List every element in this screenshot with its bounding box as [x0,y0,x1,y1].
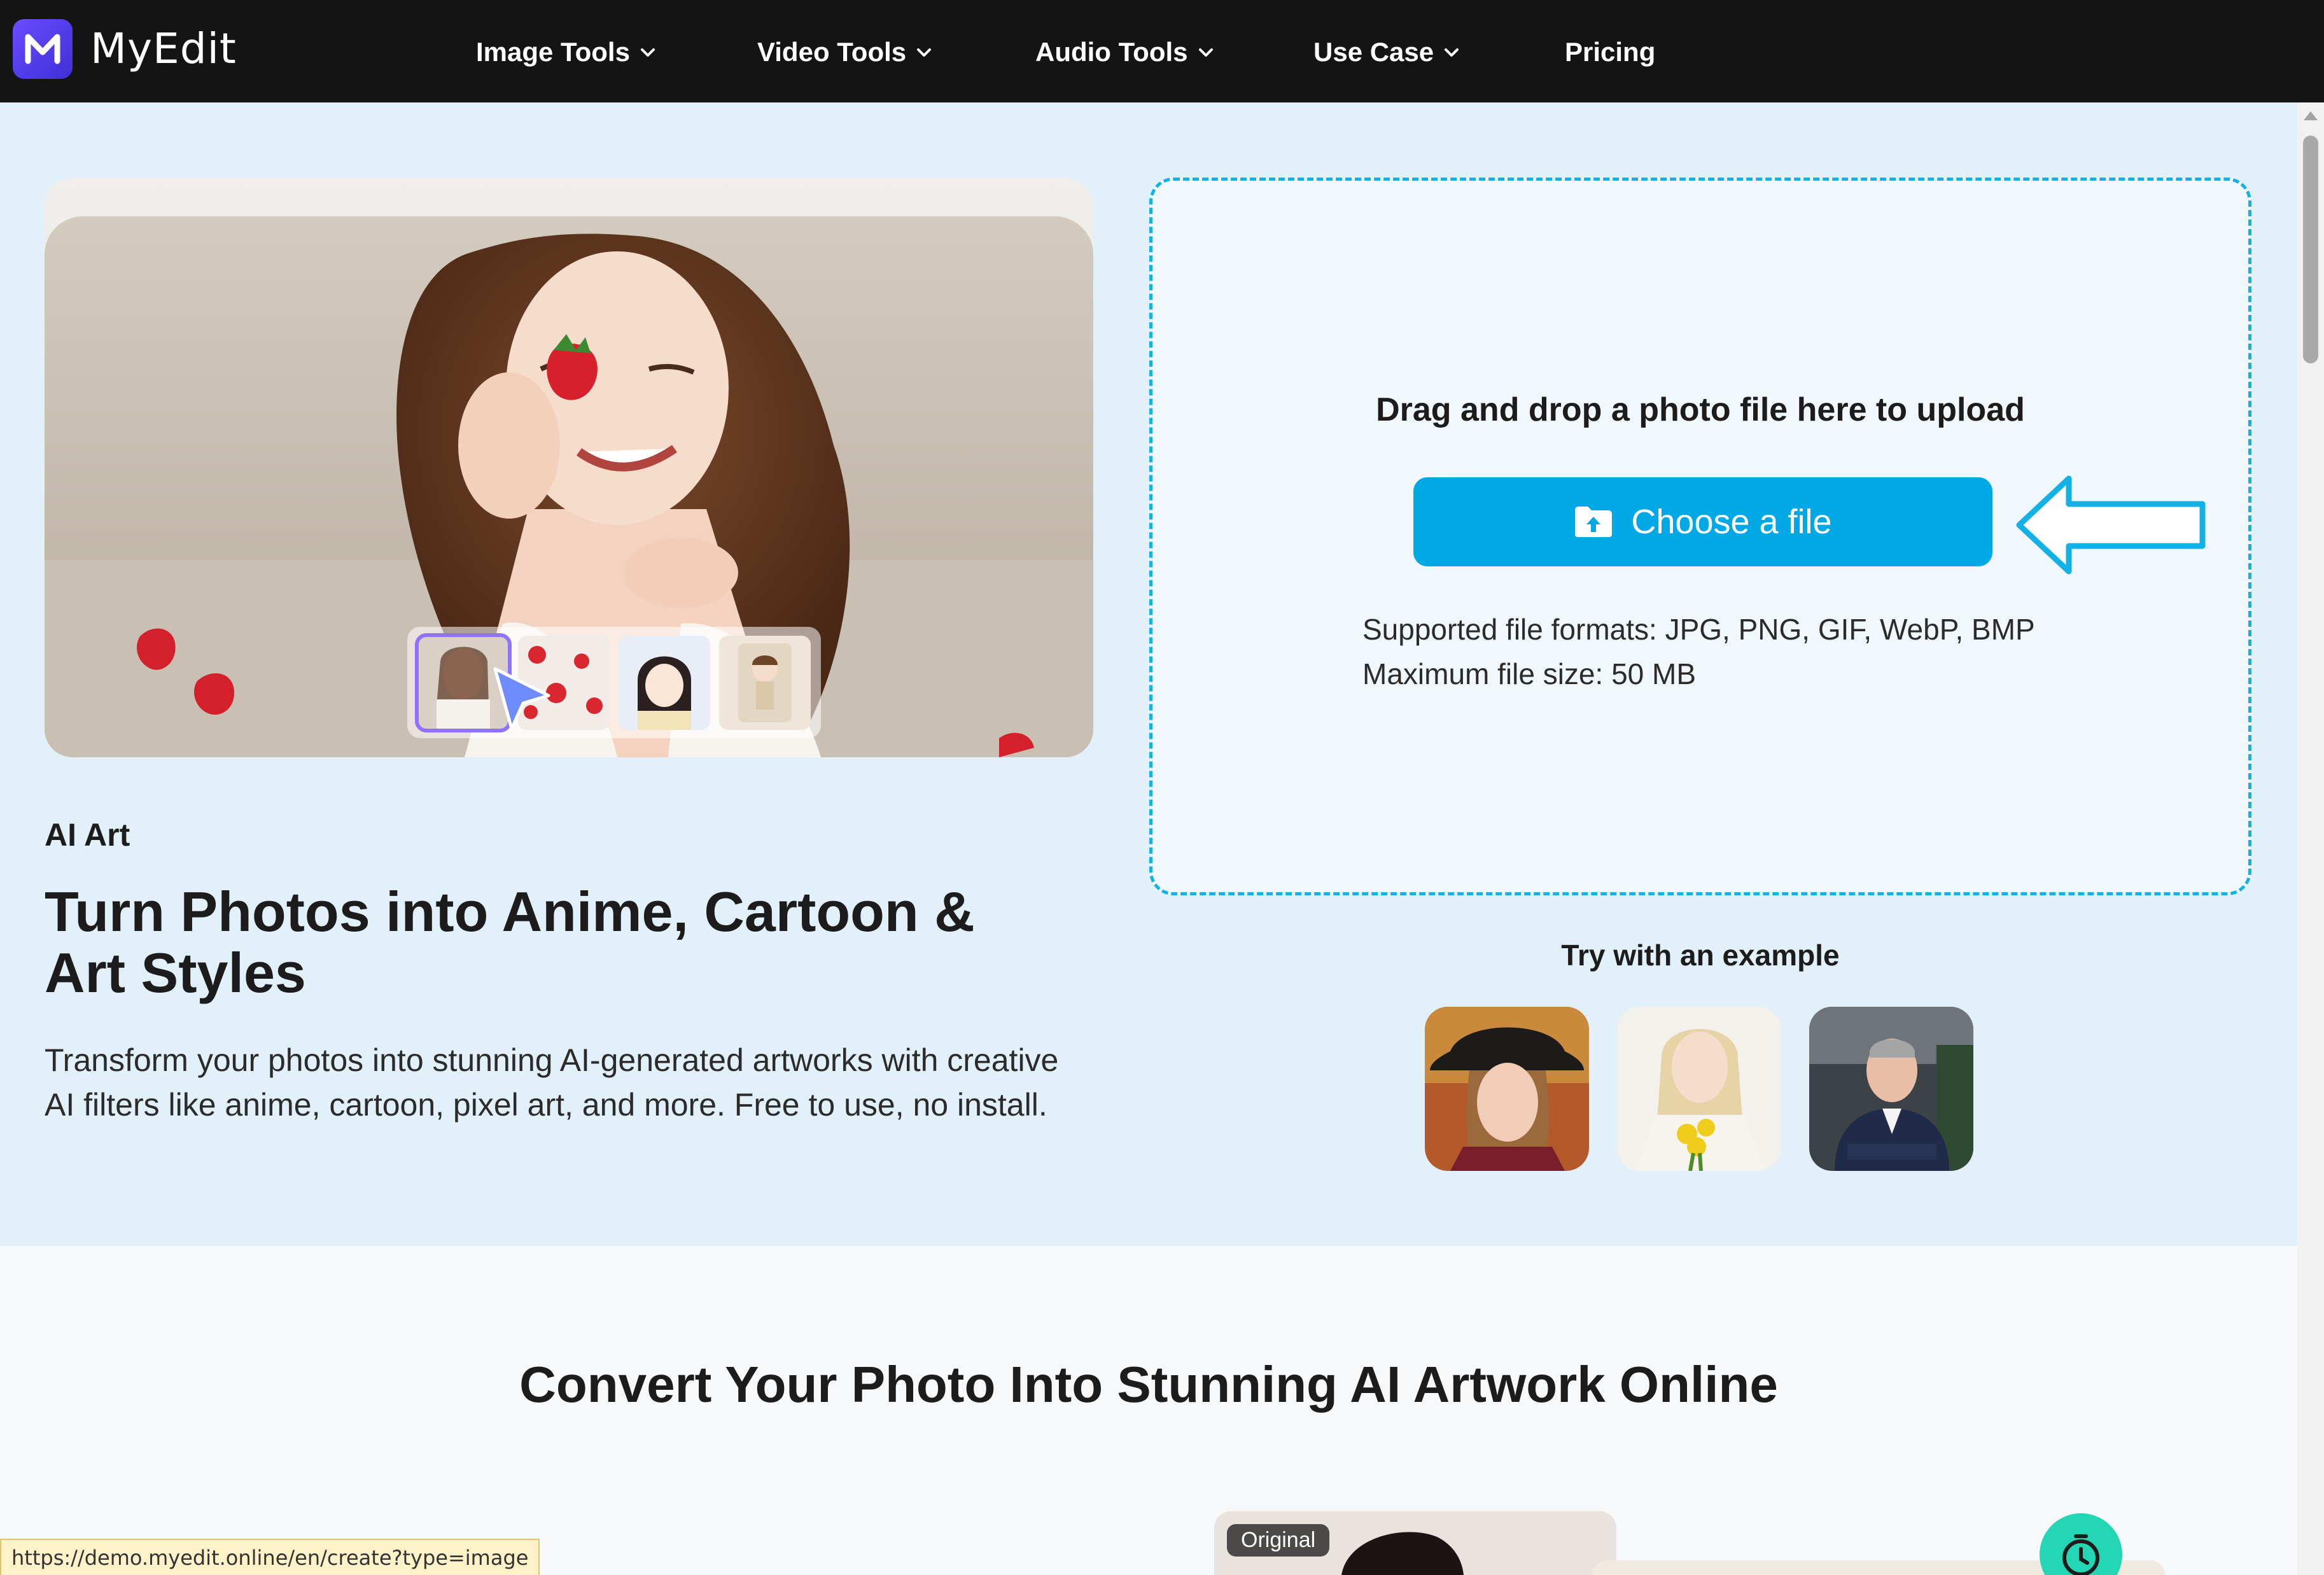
page-scrollbar[interactable] [2297,102,2324,1575]
dropzone-title: Drag and drop a photo file here to uploa… [1376,391,2025,428]
nav-audio-tools[interactable]: Audio Tools [1035,33,1215,71]
chevron-down-icon [1445,48,1459,57]
before-after-preview: Original [1214,1511,1616,1575]
hero-image [45,178,1093,757]
style-thumbnail-strip [407,627,821,738]
supported-formats-text: Supported file formats: JPG, PNG, GIF, W… [1362,613,2035,646]
section-heading: Convert Your Photo Into Stunning AI Artw… [519,1356,1778,1413]
logo-m-glyph [25,34,60,64]
scrollbar-thumb[interactable] [2303,136,2318,363]
example-photo-woman-hat [1425,1007,1589,1171]
top-navigation-bar: MyEdit Image Tools Video Tools Audio Too… [0,0,2324,102]
pointing-arrow-icon [2016,475,2206,575]
nav-video-tools[interactable]: Video Tools [757,33,933,71]
example-photo-man-suit [1809,1007,1973,1171]
cursor-pointer-icon [493,667,550,731]
nav-audio-tools-label: Audio Tools [1035,37,1188,67]
nav-use-case-label: Use Case [1313,37,1434,67]
page-title: Turn Photos into Anime, Cartoon & Art St… [45,881,1095,1004]
max-file-size-text: Maximum file size: 50 MB [1362,657,1697,690]
upload-dropzone[interactable]: Drag and drop a photo file here to uploa… [1149,178,2251,895]
scroll-up-arrow-icon[interactable] [2304,111,2318,120]
nav-pricing-label: Pricing [1565,37,1656,67]
history-fab-button[interactable] [2040,1513,2122,1575]
choose-file-button[interactable]: Choose a file [1413,477,1992,566]
chevron-down-icon [640,48,655,57]
example-photo-woman-flowers [1617,1007,1781,1171]
example-man-in-suit[interactable] [1809,1007,1973,1171]
brand-name[interactable]: MyEdit [90,24,237,73]
link-preview-status: https://demo.myedit.online/en/create?typ… [0,1539,540,1575]
nav-pricing[interactable]: Pricing [1565,33,1655,71]
nav-use-case[interactable]: Use Case [1313,33,1460,71]
try-example-label: Try with an example [1561,939,1840,972]
example-woman-with-hat[interactable] [1425,1007,1589,1171]
page-description: Transform your photos into stunning AI-g… [45,1042,1059,1123]
page-title-line1: Turn Photos into Anime, Cartoon & [45,880,975,943]
example-woman-with-flowers[interactable] [1617,1007,1781,1171]
hero-section: AI Art Turn Photos into Anime, Cartoon &… [0,102,2297,1246]
chevron-down-icon [917,48,932,57]
category-label: AI Art [45,817,130,853]
style-thumb-anime[interactable] [619,635,710,730]
nav-video-tools-label: Video Tools [757,37,907,67]
choose-file-label: Choose a file [1631,503,1832,541]
nav-image-tools-label: Image Tools [476,37,630,67]
myedit-logo-icon[interactable] [13,19,73,79]
timer-history-icon [2062,1534,2099,1575]
nav-image-tools[interactable]: Image Tools [476,33,657,71]
style-thumb-doll[interactable] [719,635,811,730]
chevron-down-icon [1198,48,1213,57]
original-badge: Original [1227,1524,1330,1557]
upload-requirements: Supported file formats: JPG, PNG, GIF, W… [1362,607,2190,696]
page-title-line2: Art Styles [45,941,306,1004]
folder-upload-icon [1575,507,1613,537]
